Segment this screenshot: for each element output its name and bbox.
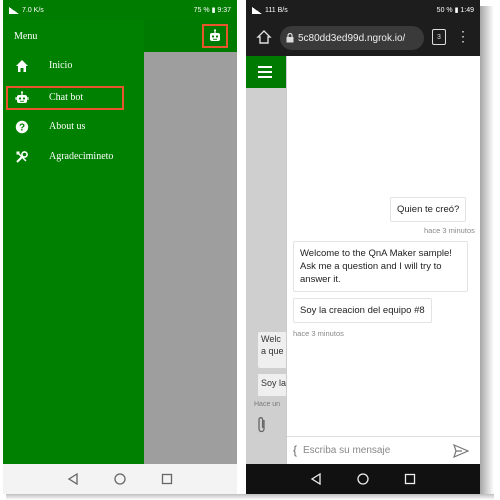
page-shadow [6, 494, 494, 500]
background-timestamp: Hace un [254, 401, 281, 408]
background-message-text: Welc [261, 334, 281, 344]
attachment-icon[interactable] [256, 416, 268, 434]
browser-toolbar: 5c80dd3ed99d.ngrok.io/ 3 ⋮ [246, 20, 480, 56]
home-button[interactable] [110, 469, 130, 489]
input-placeholder: Escriba su mensaje [303, 445, 391, 456]
drawer-item-label: Chat bot [49, 92, 84, 103]
home-icon[interactable] [256, 29, 272, 45]
send-icon[interactable] [453, 444, 469, 458]
drawer-item-agradecimiento[interactable]: Agradecimineto [3, 145, 144, 169]
recents-button[interactable] [157, 469, 177, 489]
message-timestamp: hace 3 minutos [293, 329, 344, 338]
android-nav-bar [246, 464, 480, 494]
recents-square-icon [162, 473, 173, 485]
text-cursor: { [293, 443, 298, 457]
back-button[interactable] [63, 469, 83, 489]
home-icon [16, 60, 28, 72]
left-phone-screen: 7.0 K/s 75 % ▮ 9:37 Menu Inicio Chat bot… [3, 0, 237, 494]
drawer-item-label: Agradecimineto [49, 151, 114, 162]
right-phone-screen: 111 B/s 50 % ▮ 1:49 5c80dd3ed99d.ngrok.i… [246, 0, 480, 494]
background-message-text: Soy la [261, 378, 287, 388]
tab-switcher-button[interactable]: 3 [432, 29, 446, 45]
message-timestamp: hace 3 minutos [424, 226, 475, 235]
drawer-item-label: Inicio [49, 60, 73, 71]
signal-icon [9, 6, 19, 14]
home-circle-icon [114, 473, 126, 485]
network-speed: 7.0 K/s [22, 6, 44, 14]
chat-panel: Quien te creó? hace 3 minutos Welcome to… [286, 56, 480, 464]
url-text: 5c80dd3ed99d.ngrok.io/ [298, 32, 406, 44]
home-circle-icon [357, 473, 369, 485]
bot-message-bubble: Soy la creacion del equipo #8 [293, 298, 432, 323]
home-button[interactable] [353, 469, 373, 489]
battery-time: 75 % ▮ 9:37 [193, 7, 231, 14]
tools-icon [16, 151, 28, 163]
hamburger-menu-icon[interactable] [258, 66, 272, 78]
bot-message-bubble: Welcome to the QnA Maker sample! Ask me … [293, 241, 468, 292]
app-content-behind-drawer[interactable] [144, 20, 237, 464]
back-triangle-icon [310, 473, 321, 485]
drawer-item-about-us[interactable]: ? About us [3, 115, 144, 139]
user-message-bubble: Quien te creó? [390, 197, 467, 222]
web-page: Welc a que Soy la Hace un Quien te creó?… [246, 56, 480, 464]
android-nav-bar [3, 464, 237, 494]
chatbot-button[interactable] [202, 24, 228, 48]
lock-icon [286, 33, 294, 43]
drawer-item-inicio[interactable]: Inicio [3, 54, 144, 78]
message-input[interactable]: { Escriba su mensaje [287, 436, 480, 464]
drawer-item-chat-bot[interactable]: Chat bot [6, 86, 124, 110]
robot-icon [15, 91, 29, 103]
navigation-drawer: Menu Inicio Chat bot ? About us Agradeci… [3, 20, 144, 464]
back-button[interactable] [306, 469, 326, 489]
status-bar: 111 B/s 50 % ▮ 1:49 [246, 0, 480, 20]
robot-icon [210, 29, 220, 41]
help-circle-icon: ? [15, 120, 29, 134]
drawer-title: Menu [14, 31, 38, 42]
address-bar[interactable]: 5c80dd3ed99d.ngrok.io/ [280, 26, 424, 50]
app-top-bar [144, 20, 237, 52]
battery-time: 50 % ▮ 1:49 [436, 7, 474, 14]
network-speed: 111 B/s [265, 6, 288, 14]
background-message-text: a que [261, 346, 284, 356]
more-menu-icon[interactable]: ⋮ [456, 28, 470, 44]
recents-square-icon [405, 473, 416, 485]
status-bar: 7.0 K/s 75 % ▮ 9:37 [3, 0, 237, 20]
drawer-item-label: About us [49, 121, 86, 132]
recents-button[interactable] [400, 469, 420, 489]
svg-text:?: ? [19, 123, 25, 134]
signal-icon [252, 6, 262, 14]
page-shadow [480, 6, 494, 494]
back-triangle-icon [67, 473, 78, 485]
